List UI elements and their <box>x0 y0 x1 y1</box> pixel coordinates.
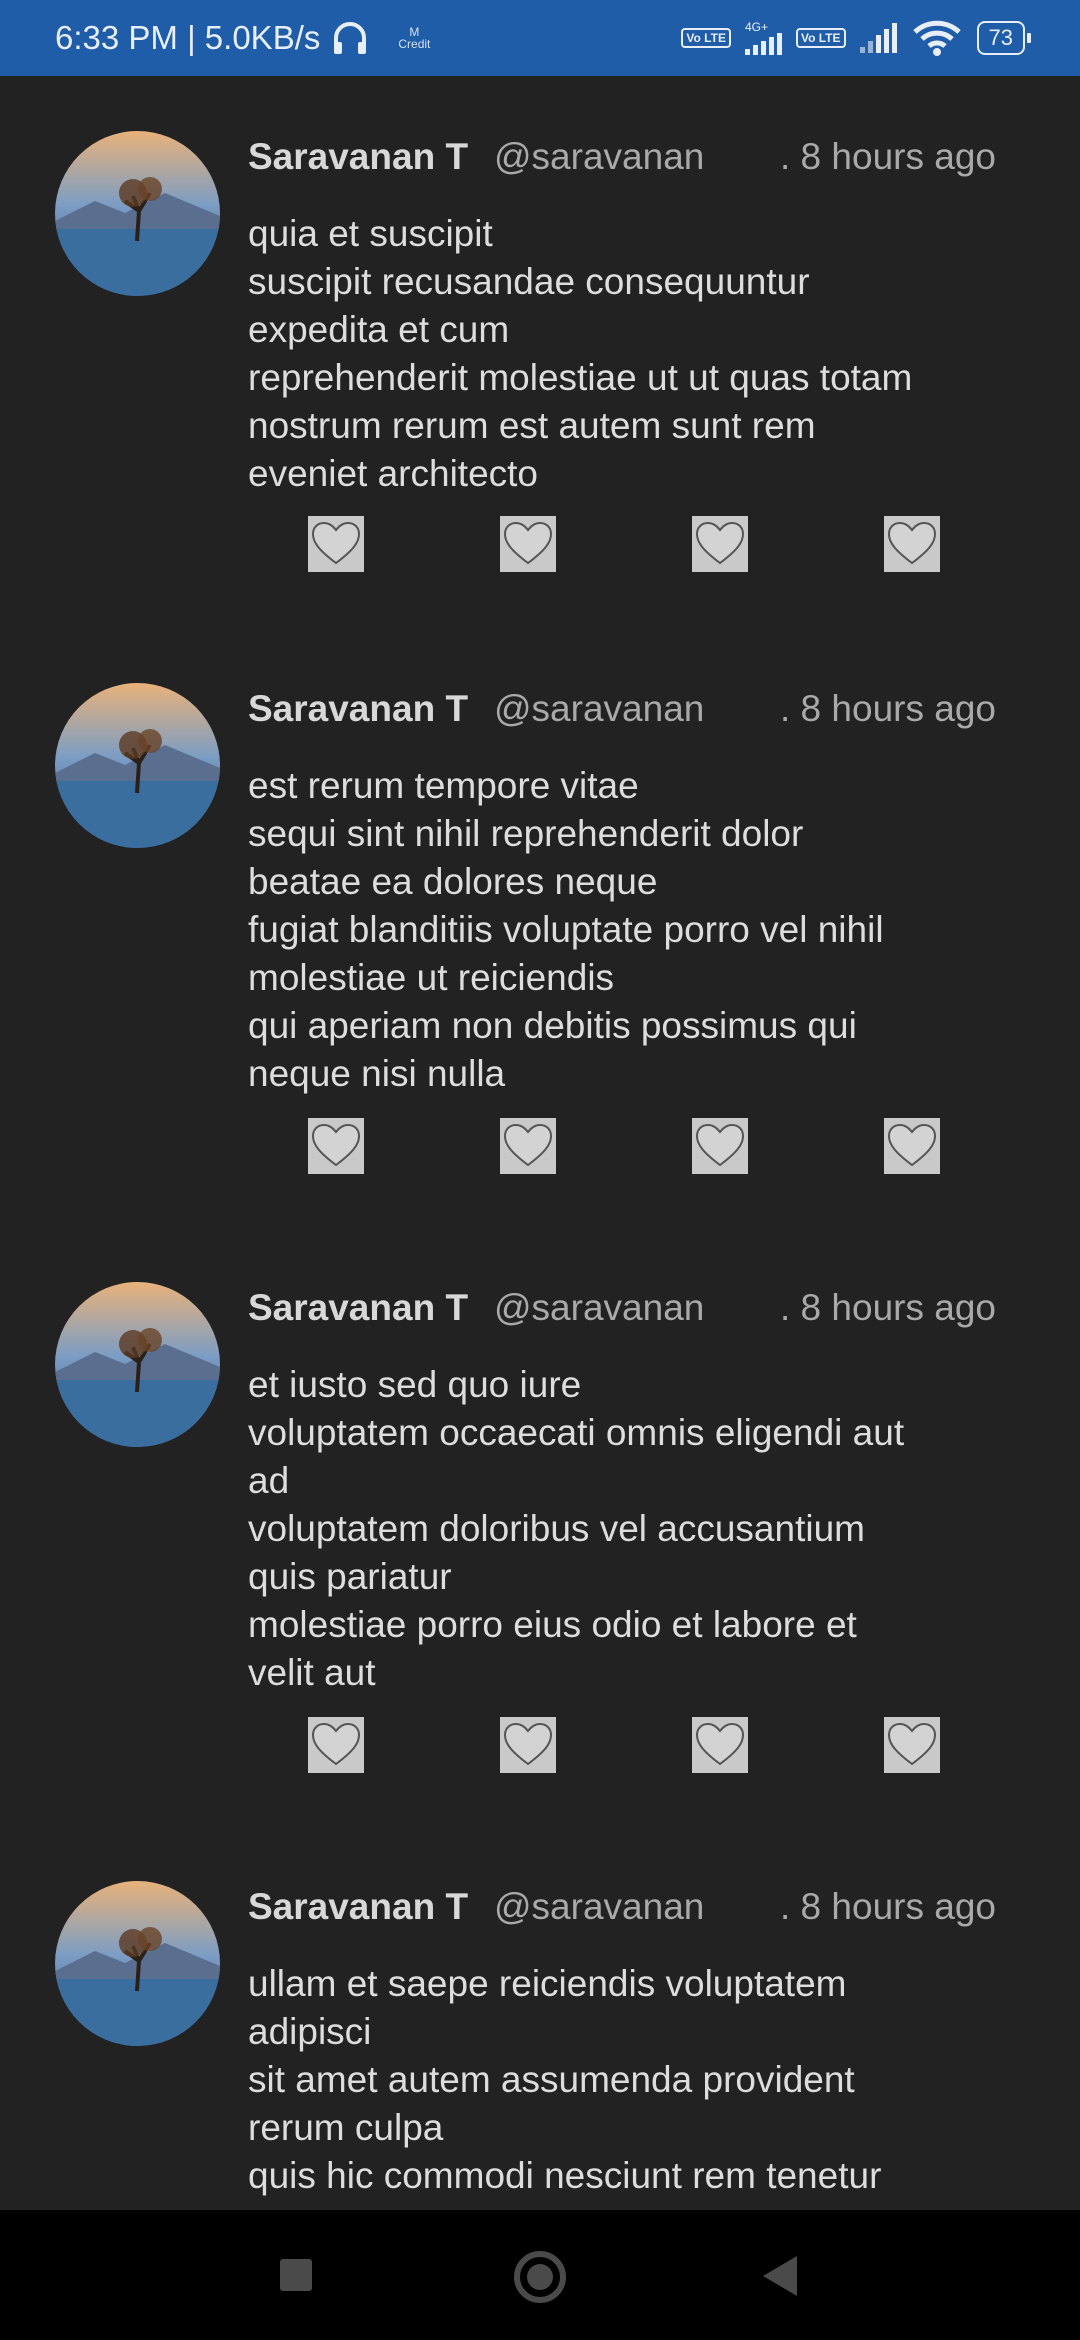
post-body: quia et suscipit suscipit recusandae con… <box>248 210 1018 498</box>
heart-icon[interactable] <box>308 516 364 572</box>
post-line: ad <box>248 1460 290 1501</box>
post-line: quis hic commodi nesciunt rem tenetur <box>248 2155 882 2196</box>
post-line: beatae ea dolores neque <box>248 861 658 902</box>
post-line: velit aut <box>248 1652 376 1693</box>
status-right: Vo LTE 4G+ Vo LTE 73 <box>681 18 1032 58</box>
avatar[interactable] <box>55 1282 220 1447</box>
signal-4g: 4G+ <box>744 20 782 55</box>
author-name[interactable]: Saravanan T <box>248 1886 468 1928</box>
post-line: et iusto sed quo iure <box>248 1364 582 1405</box>
post-line: eveniet architecto <box>248 453 539 494</box>
author-name[interactable]: Saravanan T <box>248 1287 468 1329</box>
heart-icon[interactable] <box>308 1717 364 1773</box>
author-name[interactable]: Saravanan T <box>248 688 468 730</box>
battery-level: 73 <box>988 25 1013 50</box>
post-line: molestiae porro eius odio et labore et <box>248 1604 857 1645</box>
wifi-icon <box>912 20 961 56</box>
heart-icon[interactable] <box>500 516 556 572</box>
avatar[interactable] <box>55 683 220 848</box>
author-handle[interactable]: @saravanan <box>494 1886 704 1928</box>
post-header: Saravanan T @saravanan . 8 hours ago <box>248 1287 1080 1337</box>
heart-icon[interactable] <box>500 1717 556 1773</box>
avatar-image <box>55 1881 220 2046</box>
feed-list[interactable]: Saravanan T @saravanan . 8 hours ago qui… <box>0 76 1080 2210</box>
post-line: voluptatem occaecati omnis eligendi aut <box>248 1412 905 1453</box>
avatar-image <box>55 131 220 296</box>
post-line: fugiat blanditiis voluptate porro vel ni… <box>248 909 884 950</box>
post-line: expedita et cum <box>248 309 510 350</box>
volte-icon: Vo LTE <box>681 28 731 48</box>
status-left: 6:33 PM | 5.0KB/s M Credit <box>55 18 430 58</box>
post-line: rerum culpa <box>248 2107 444 2148</box>
network-type: 4G+ <box>744 20 768 34</box>
post-line: voluptatem doloribus vel accusantium <box>248 1508 865 1549</box>
signal-icon <box>859 23 897 53</box>
post-line: sequi sint nihil reprehenderit dolor <box>248 813 804 854</box>
heart-icon[interactable] <box>692 516 748 572</box>
back-icon[interactable] <box>763 2256 797 2296</box>
post-line: ullam et saepe reiciendis voluptatem <box>248 1963 847 2004</box>
post-line: molestiae ut reiciendis <box>248 957 615 998</box>
home-icon[interactable] <box>514 2251 566 2303</box>
heart-icon[interactable] <box>308 1118 364 1174</box>
post-body: et iusto sed quo iure voluptatem occaeca… <box>248 1361 1018 1697</box>
post-line: quis pariatur <box>248 1556 452 1597</box>
status-bar: 6:33 PM | 5.0KB/s M Credit Vo LTE 4G+ Vo … <box>0 0 1080 76</box>
avatar[interactable] <box>55 1881 220 2046</box>
post-line: reprehenderit molestiae ut ut quas totam <box>248 357 913 398</box>
heart-icon[interactable] <box>884 1717 940 1773</box>
post-body: est rerum tempore vitae sequi sint nihil… <box>248 762 1018 1098</box>
author-name[interactable]: Saravanan T <box>248 136 468 178</box>
post-header: Saravanan T @saravanan . 8 hours ago <box>248 688 1080 738</box>
heart-icon[interactable] <box>692 1118 748 1174</box>
avatar[interactable] <box>55 131 220 296</box>
battery-icon: 73 <box>976 21 1032 55</box>
post-body: ullam et saepe reiciendis voluptatem adi… <box>248 1960 1018 2200</box>
post-line: sit amet autem assumenda provident <box>248 2059 855 2100</box>
recent-apps-icon[interactable] <box>280 2259 312 2291</box>
author-handle[interactable]: @saravanan <box>494 1287 704 1329</box>
post-line: qui aperiam non debitis possimus qui <box>248 1005 857 1046</box>
post-line: neque nisi nulla <box>248 1053 506 1094</box>
signal-icon <box>744 33 782 55</box>
post-time: . 8 hours ago <box>780 1886 996 1927</box>
post-line: suscipit recusandae consequuntur <box>248 261 810 302</box>
heart-icon[interactable] <box>884 1118 940 1174</box>
volte-icon: Vo LTE <box>795 28 846 48</box>
post-line: adipisci <box>248 2011 372 2052</box>
navigation-bar <box>0 2210 1080 2340</box>
avatar-image <box>55 1282 220 1447</box>
heart-icon[interactable] <box>500 1118 556 1174</box>
avatar-image <box>55 683 220 848</box>
post-time: . 8 hours ago <box>780 688 996 729</box>
author-handle[interactable]: @saravanan <box>494 136 704 178</box>
post-line: est rerum tempore vitae <box>248 765 639 806</box>
post-header: Saravanan T @saravanan . 8 hours ago <box>248 136 1080 186</box>
author-handle[interactable]: @saravanan <box>494 688 704 730</box>
post-header: Saravanan T @saravanan . 8 hours ago <box>248 1886 1080 1936</box>
post-line: nostrum rerum est autem sunt rem <box>248 405 816 446</box>
status-time-speed: 6:33 PM | 5.0KB/s <box>55 19 321 56</box>
mi-credit-icon: M Credit <box>398 25 431 51</box>
post-time: . 8 hours ago <box>780 136 996 177</box>
headphones-icon <box>334 22 367 54</box>
post-time: . 8 hours ago <box>780 1287 996 1328</box>
post-line: quia et suscipit <box>248 213 493 254</box>
heart-icon[interactable] <box>692 1717 748 1773</box>
heart-icon[interactable] <box>884 516 940 572</box>
